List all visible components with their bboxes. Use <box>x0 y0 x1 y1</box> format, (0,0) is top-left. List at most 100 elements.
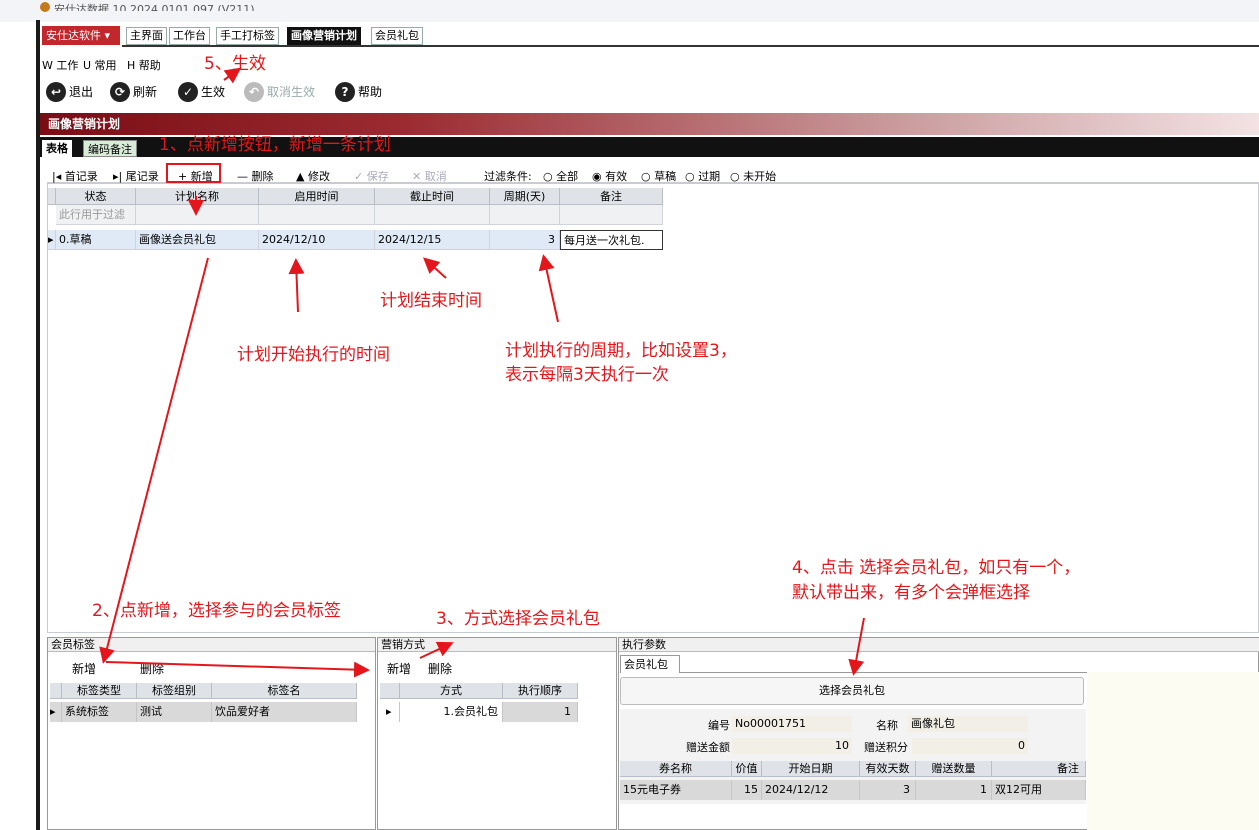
menu-help[interactable]: H 帮助 <box>127 57 161 73</box>
col-tag-name[interactable]: 标签名 <box>212 683 357 699</box>
filter-draft-label: 草稿 <box>654 170 677 183</box>
cell-method[interactable]: 1.会员礼包 <box>400 702 503 722</box>
exec-params-title: 执行参数 <box>619 638 1259 652</box>
filter-draft-radio[interactable]: ○ 草稿 <box>641 168 676 184</box>
filter-cell-remark[interactable] <box>560 205 663 225</box>
filter-not-started-radio[interactable]: ○ 未开始 <box>730 168 776 184</box>
cancel-activate-label: 取消生效 <box>267 85 316 99</box>
cell-coupon-start[interactable]: 2024/12/12 <box>762 780 860 800</box>
col-coupon-value[interactable]: 价值 <box>732 761 762 777</box>
filter-all-label: 全部 <box>556 170 579 183</box>
delete-tag-button[interactable]: 删除 <box>140 660 164 677</box>
gift-amount-label: 赠送金额 <box>686 741 730 754</box>
annotation-start-time: 计划开始执行的时间 <box>237 345 390 365</box>
exit-button[interactable]: ↩ 退出 <box>46 81 93 103</box>
cell-tag-name[interactable]: 饮品爱好者 <box>212 702 357 722</box>
filter-cell-period[interactable] <box>490 205 560 225</box>
col-coupon-qty[interactable]: 赠送数量 <box>916 761 992 777</box>
cell-coupon-value[interactable]: 15 <box>732 780 762 800</box>
filter-active-radio[interactable]: ◉ 有效 <box>592 168 627 184</box>
gift-name-value: 画像礼包 <box>908 716 1028 732</box>
filter-all-radio[interactable]: ○ 全部 <box>543 168 578 184</box>
tab-workbench[interactable]: 工作台 <box>169 27 210 45</box>
refresh-icon: ⟳ <box>110 82 130 102</box>
tab-manual-tag[interactable]: 手工打标签 <box>216 27 279 45</box>
gift-points-label: 赠送积分 <box>864 741 908 754</box>
cell-coupon-days[interactable]: 3 <box>860 780 916 800</box>
cell-tag-group[interactable]: 测试 <box>137 702 212 722</box>
col-start-time[interactable]: 启用时间 <box>259 188 375 205</box>
filter-cell-start[interactable] <box>259 205 375 225</box>
tab-member-gift-params[interactable]: 会员礼包 <box>620 655 680 673</box>
row-indicator-icon: ▸ <box>48 230 56 250</box>
gift-amount-value: 10 <box>732 738 852 754</box>
check-icon: ✓ <box>178 82 198 102</box>
edit-plan-button[interactable]: ▲ 修改 <box>296 168 330 184</box>
delete-plan-button[interactable]: — 删除 <box>237 168 274 184</box>
annotation-3: 3、方式选择会员礼包 <box>436 609 600 629</box>
gift-points-value: 0 <box>912 738 1028 754</box>
select-gift-button[interactable]: 选择会员礼包 <box>620 677 1084 705</box>
col-tag-group[interactable]: 标签组别 <box>137 683 212 699</box>
col-plan-name[interactable]: 计划名称 <box>136 188 259 205</box>
exit-label: 退出 <box>69 85 94 99</box>
subtab-table[interactable]: 表格 <box>42 140 72 157</box>
last-record-button[interactable]: ▸| 尾记录 <box>113 168 159 184</box>
col-remark[interactable]: 备注 <box>560 188 663 205</box>
add-tag-button[interactable]: 新增 <box>72 660 96 677</box>
cell-period[interactable]: 3 <box>490 230 560 250</box>
cell-exec-order[interactable]: 1 <box>503 702 578 722</box>
exec-side-area <box>1087 672 1259 830</box>
annotation-period-line2: 表示每隔3天执行一次 <box>505 365 669 385</box>
filter-cell-status[interactable]: 此行用于过滤 <box>56 205 136 225</box>
tab-main[interactable]: 主界面 <box>126 27 167 45</box>
cell-coupon-remark[interactable]: 双12可用 <box>992 780 1086 800</box>
cell-remark[interactable]: 每月送一次礼包. <box>560 230 663 250</box>
activate-button[interactable]: ✓ 生效 <box>178 81 225 103</box>
menu-work[interactable]: W 工作 <box>42 57 78 73</box>
cancel-activate-button[interactable]: ↶ 取消生效 <box>244 81 315 103</box>
menu-common[interactable]: U 常用 <box>83 57 117 73</box>
filter-cell-name[interactable] <box>136 205 259 225</box>
cell-end-time[interactable]: 2024/12/15 <box>375 230 490 250</box>
col-end-time[interactable]: 截止时间 <box>375 188 490 205</box>
cell-coupon-qty[interactable]: 1 <box>916 780 992 800</box>
member-tags-title: 会员标签 <box>48 638 375 652</box>
gift-code-label: 编号 <box>708 719 730 732</box>
col-period[interactable]: 周期(天) <box>490 188 560 205</box>
annotation-end-time: 计划结束时间 <box>380 291 482 311</box>
annotation-4-line1: 4、点击 选择会员礼包，如只有一个， <box>792 558 1081 578</box>
cell-tag-type[interactable]: 系统标签 <box>62 702 137 722</box>
delete-method-button[interactable]: 删除 <box>428 660 452 677</box>
col-coupon-days[interactable]: 有效天数 <box>860 761 916 777</box>
annotation-2: 2、点新增，选择参与的会员标签 <box>92 601 341 621</box>
cell-plan-name[interactable]: 画像送会员礼包 <box>136 230 259 250</box>
col-coupon-remark[interactable]: 备注 <box>992 761 1086 777</box>
tab-portrait-marketing[interactable]: 画像营销计划 <box>287 27 361 45</box>
col-method[interactable]: 方式 <box>400 683 503 699</box>
subtab-code-notes[interactable]: 编码备注 <box>83 140 137 157</box>
help-button[interactable]: ? 帮助 <box>335 81 382 103</box>
col-coupon-start[interactable]: 开始日期 <box>762 761 860 777</box>
col-tag-type[interactable]: 标签类型 <box>62 683 137 699</box>
save-plan-button[interactable]: ✓ 保存 <box>354 168 389 184</box>
cancel-plan-button[interactable]: ✕ 取消 <box>412 168 447 184</box>
cell-coupon-name[interactable]: 15元电子券 <box>620 780 732 800</box>
first-record-button[interactable]: |◂ 首记录 <box>52 168 98 184</box>
cell-status[interactable]: 0.草稿 <box>56 230 136 250</box>
refresh-button[interactable]: ⟳ 刷新 <box>110 81 157 103</box>
gift-name-label: 名称 <box>876 719 898 732</box>
annotation-5: 5、生效 <box>204 54 266 74</box>
col-exec-order[interactable]: 执行顺序 <box>503 683 578 699</box>
window-title: 安仕达数据 10.2024.0101.097 (V211) <box>54 3 255 11</box>
filter-expired-radio[interactable]: ○ 过期 <box>685 168 720 184</box>
gift-code-value: No00001751 <box>732 716 852 732</box>
cell-start-time[interactable]: 2024/12/10 <box>259 230 375 250</box>
add-method-button[interactable]: 新增 <box>387 660 411 677</box>
filter-active-label: 有效 <box>605 170 628 183</box>
col-coupon-name[interactable]: 券名称 <box>620 761 732 777</box>
col-status[interactable]: 状态 <box>56 188 136 205</box>
filter-cell-end[interactable] <box>375 205 490 225</box>
brand-menu-button[interactable]: 安仕达软件 ▾ <box>42 26 120 45</box>
tab-member-gift[interactable]: 会员礼包 <box>371 27 423 45</box>
